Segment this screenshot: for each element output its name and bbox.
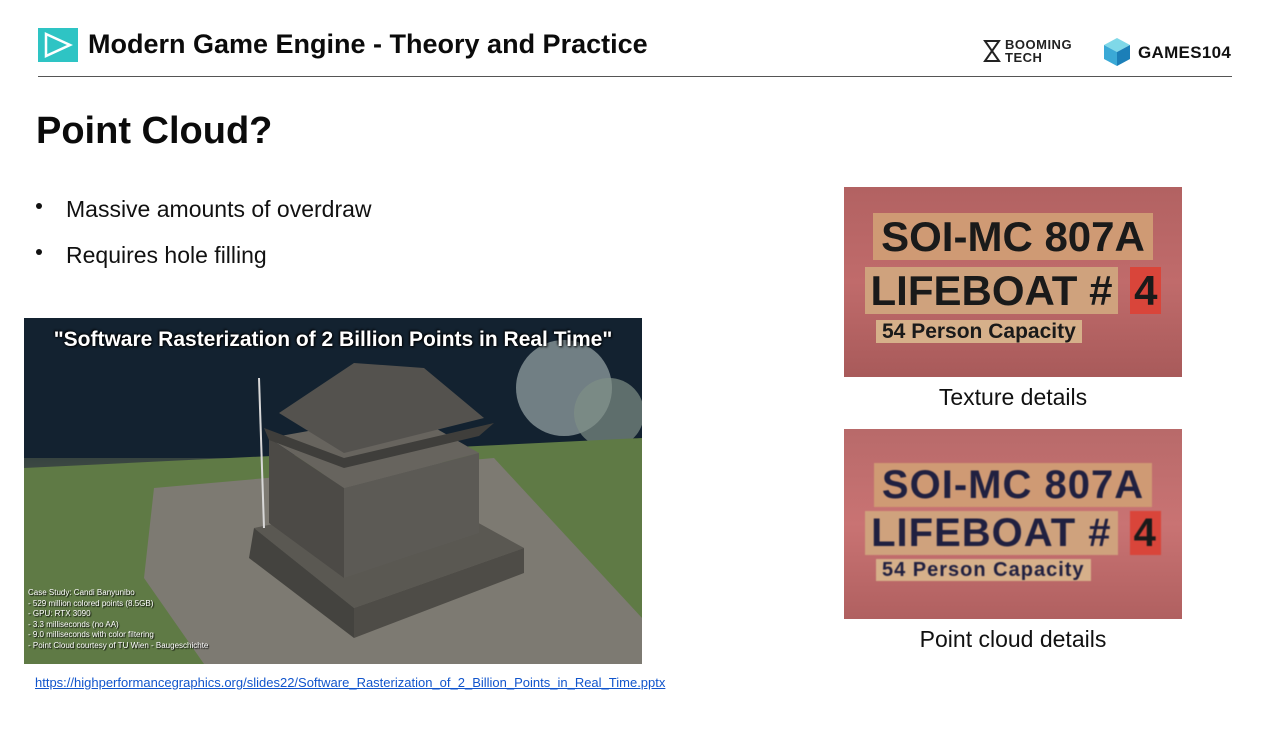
header-divider <box>38 76 1232 77</box>
case-study-line: - 3.3 milliseconds (no AA) <box>28 619 119 629</box>
case-study-line: Case Study: Candi Banyunibo <box>28 588 135 597</box>
case-study-line: - Point Cloud courtesy of TU Wien - Baug… <box>28 640 209 650</box>
sign-text-line2: LIFEBOAT # <box>864 267 1119 314</box>
booming-logo-icon <box>983 40 1001 62</box>
texture-details-caption: Texture details <box>938 384 1088 410</box>
texture-details-image: SOI-MC 807A LIFEBOAT # 4 54 Person Capac… <box>844 187 1182 377</box>
point-cloud-render-image: "Software Rasterization of 2 Billion Poi… <box>24 318 642 664</box>
sign-text-line3: 54 Person Capacity <box>876 320 1082 343</box>
case-study-line: - 529 million colored points (8.5GB) <box>28 598 154 608</box>
games104-text: GAMES104 <box>1138 43 1232 62</box>
sign-text-line1: SOI-MC 807A <box>873 213 1153 260</box>
sign-text-line2: LIFEBOAT # <box>865 511 1118 555</box>
cube-logo-icon <box>1104 38 1130 66</box>
source-link[interactable]: https://highperformancegraphics.org/slid… <box>35 675 665 690</box>
games104-logo: GAMES104 <box>1102 36 1232 68</box>
header-title: Modern Game Engine - Theory and Practice <box>88 29 648 59</box>
bullet-dot-icon <box>36 203 42 209</box>
case-study-line: - 9.0 milliseconds with color filtering <box>28 630 154 639</box>
sign-number-box: 4 <box>1130 267 1162 314</box>
bullet-text: Massive amounts of overdraw <box>66 196 372 222</box>
bullet-text: Requires hole filling <box>66 242 267 268</box>
sign-number-box: 4 <box>1129 511 1161 555</box>
point-cloud-details-caption: Point cloud details <box>919 626 1107 652</box>
case-study-overlay: Case Study: Candi Banyunibo - 529 millio… <box>28 588 208 651</box>
tech-text: TECH <box>1005 50 1043 65</box>
slide-title: Point Cloud? <box>36 110 273 152</box>
image-caption-overlay: "Software Rasterization of 2 Billion Poi… <box>53 328 613 351</box>
bullet-dot-icon <box>36 249 42 255</box>
point-cloud-details-image: SOI-MC 807A LIFEBOAT # 4 54 Person Capac… <box>844 429 1182 619</box>
booming-tech-logo: BOOMING TECH <box>982 38 1092 66</box>
sign-text-line3: 54 Person Capacity <box>876 559 1091 581</box>
slide-header: Modern Game Engine - Theory and Practice… <box>0 0 1280 78</box>
sign-text-line1: SOI-MC 807A <box>873 463 1153 507</box>
case-study-line: - GPU: RTX 3090 <box>28 609 91 618</box>
play-logo-icon <box>38 28 78 62</box>
